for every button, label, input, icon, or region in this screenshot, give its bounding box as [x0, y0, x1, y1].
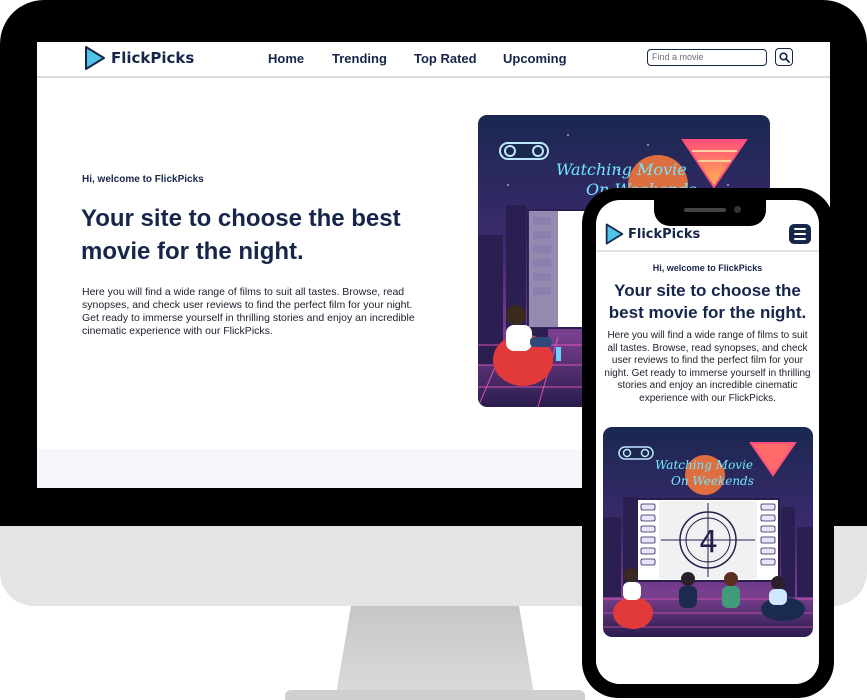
nav-trending[interactable]: Trending	[332, 51, 387, 66]
logo-text: FlickPicks	[111, 49, 195, 67]
search-input[interactable]: Find a movie	[647, 49, 767, 66]
nav-home[interactable]: Home	[268, 51, 304, 66]
hero-description: Here you will find a wide range of films…	[82, 286, 415, 337]
desktop-navbar: FlickPicks Home Trending Top Rated Upcom…	[37, 42, 830, 78]
mobile-logo[interactable]: FlickPicks	[604, 222, 700, 246]
hero-title: Your site to choose the best movie for t…	[81, 205, 401, 265]
countdown-number: 4	[699, 525, 718, 560]
search-button[interactable]	[775, 48, 793, 66]
hero-greeting: Hi, welcome to FlickPicks	[82, 174, 204, 185]
mobile-screen: FlickPicks Hi, welcome to FlickPicks You…	[596, 200, 819, 684]
play-logo-icon	[605, 223, 624, 245]
hero-illustration: Watching Movie On Weekends 4	[603, 427, 813, 637]
monitor-base	[285, 690, 585, 700]
mobile-bottom-area	[596, 644, 819, 684]
hero-greeting: Hi, welcome to FlickPicks	[652, 263, 763, 273]
neon-text-line2: On Weekends	[671, 474, 754, 488]
phone-frame: FlickPicks Hi, welcome to FlickPicks You…	[582, 188, 834, 698]
logo-text: FlickPicks	[628, 226, 701, 242]
cinema-illustration: Watching Movie On Weekends 4	[603, 427, 813, 637]
search-icon	[778, 51, 790, 63]
navbar-divider	[596, 250, 819, 252]
hero-title: Your site to choose the best movie for t…	[608, 281, 807, 322]
nav-upcoming[interactable]: Upcoming	[503, 51, 567, 66]
nav-top-rated[interactable]: Top Rated	[414, 51, 477, 66]
hero-description: Here you will find a wide range of films…	[604, 330, 811, 404]
neon-text-line1: Watching Movie	[556, 160, 687, 179]
neon-text-line1: Watching Movie	[655, 458, 753, 472]
hamburger-menu-icon[interactable]	[789, 224, 811, 244]
play-logo-icon	[85, 46, 105, 70]
monitor-stand	[335, 606, 535, 700]
desktop-logo[interactable]: FlickPicks	[83, 45, 194, 71]
